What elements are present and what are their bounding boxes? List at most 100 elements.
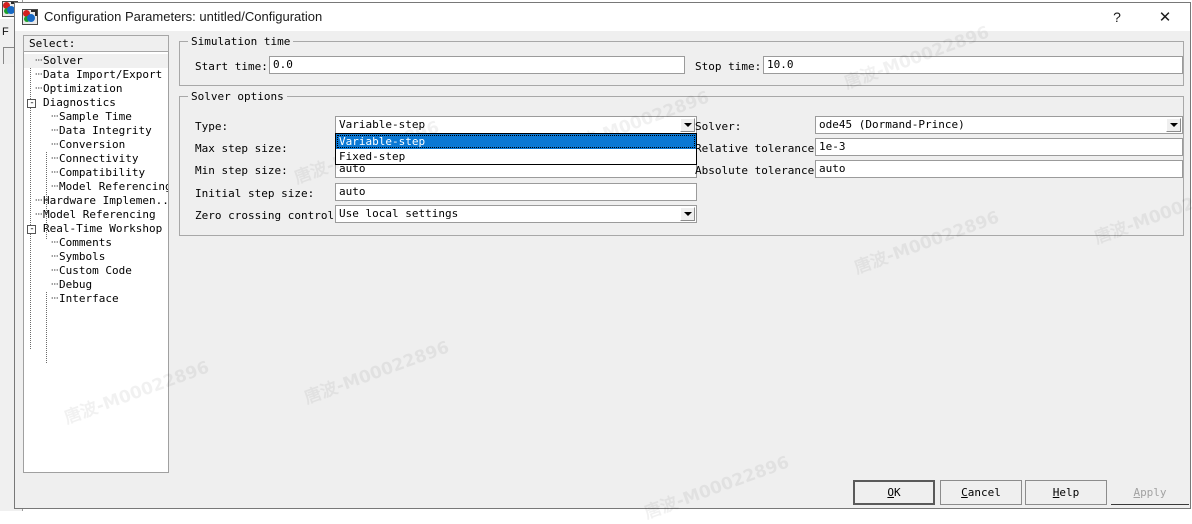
sidebar-item-label: Real-Time Workshop xyxy=(43,222,163,235)
tree-branch-icon: ‧‧‧ xyxy=(34,54,43,67)
sidebar-item-sample-time[interactable]: ‧‧‧Sample Time xyxy=(24,110,168,124)
sidebar-item-label: Optimization xyxy=(43,82,123,95)
sidebar-item-comments[interactable]: ‧‧‧Comments xyxy=(24,236,168,250)
background-file-menu[interactable]: F xyxy=(2,26,9,38)
sidebar-item-diagnostics[interactable]: - Diagnostics xyxy=(24,96,168,110)
sidebar-item-label: Model Referencing xyxy=(43,208,156,221)
sidebar-item-connectivity[interactable]: ‧‧‧Connectivity xyxy=(24,152,168,166)
sidebar-item-label: Model Referencing xyxy=(59,180,169,193)
tree-branch-icon: ‧‧‧ xyxy=(50,278,59,291)
tree-branch-icon: ‧‧‧ xyxy=(34,68,43,81)
type-combobox[interactable]: Variable-step xyxy=(335,116,697,134)
ok-button-label: OK xyxy=(887,486,901,499)
stop-time-label: Stop time: xyxy=(695,60,762,73)
solver-options-group-title: Solver options xyxy=(188,90,287,103)
cancel-button[interactable]: Cancel xyxy=(940,480,1022,505)
sidebar-item-label: Debug xyxy=(59,278,93,291)
max-step-size-label: Max step size: xyxy=(195,142,288,155)
sidebar-item-optimization[interactable]: ‧‧‧Optimization xyxy=(24,82,168,96)
tree-branch-icon: ‧‧‧ xyxy=(34,208,43,221)
tree-branch-icon: ‧‧‧ xyxy=(50,138,59,151)
sidebar-item-model-referencing[interactable]: ‧‧‧Model Referencing xyxy=(24,180,169,194)
tree-branch-icon: ‧‧‧ xyxy=(50,292,59,305)
tree-branch-icon: ‧‧‧ xyxy=(34,194,43,207)
sidebar-item-data-import-export[interactable]: ‧‧‧Data Import/Export xyxy=(24,68,168,82)
zero-crossing-control-value: Use local settings xyxy=(339,207,459,220)
sidebar-item-custom-code[interactable]: ‧‧‧Custom Code xyxy=(24,264,168,278)
min-step-size-label: Min step size: xyxy=(195,164,288,177)
tree-header-label: Select: xyxy=(23,35,169,52)
sidebar-item-label: Data Integrity xyxy=(59,124,152,137)
sidebar-item-label: Interface xyxy=(59,292,119,305)
help-button-label: Help xyxy=(1052,486,1080,499)
type-label: Type: xyxy=(195,120,229,133)
tree-branch-icon: ‧‧‧ xyxy=(50,236,59,249)
apply-button: Apply xyxy=(1111,480,1189,505)
sidebar-item-label: Compatibility xyxy=(59,166,146,179)
dialog-titlebar: Configuration Parameters: untitled/Confi… xyxy=(15,3,1190,31)
sidebar-item-symbols[interactable]: ‧‧‧Symbols xyxy=(24,250,168,264)
sidebar-item-model-referencing[interactable]: ‧‧‧Model Referencing xyxy=(24,208,168,222)
tree-branch-icon: ‧‧‧ xyxy=(50,180,59,193)
tree-branch-icon: ‧‧‧ xyxy=(50,264,59,277)
sidebar-item-interface[interactable]: ‧‧‧Interface xyxy=(24,292,168,306)
absolute-tolerance-label: Absolute tolerance: xyxy=(695,164,821,177)
apply-button-label: Apply xyxy=(1133,485,1167,499)
configuration-parameters-dialog: Configuration Parameters: untitled/Confi… xyxy=(14,2,1191,509)
solver-combobox[interactable]: ode45 (Dormand-Prince) xyxy=(815,116,1183,134)
zero-crossing-control-label: Zero crossing control: xyxy=(195,209,341,222)
sidebar-item-label: Custom Code xyxy=(59,264,132,277)
sidebar-item-label: Conversion xyxy=(59,138,126,151)
sidebar-item-label: Symbols xyxy=(59,250,106,263)
help-icon[interactable]: ? xyxy=(1094,3,1140,31)
sidebar-item-label: Data Import/Export xyxy=(43,68,163,81)
chevron-down-icon[interactable] xyxy=(680,207,695,221)
tree-branch-icon: ‧‧‧ xyxy=(50,110,59,123)
sidebar-item-debug[interactable]: ‧‧‧Debug xyxy=(24,278,168,292)
chevron-down-icon[interactable] xyxy=(1166,118,1181,132)
sidebar-item-conversion[interactable]: ‧‧‧Conversion xyxy=(24,138,168,152)
configuration-tree[interactable]: ‧‧‧Solver ‧‧‧Data Import/Export ‧‧‧Optimiz… xyxy=(23,52,169,473)
start-time-input[interactable]: 0.0 xyxy=(269,56,685,74)
tree-branch-icon: ‧‧‧ xyxy=(50,152,59,165)
tree-branch-icon: ‧‧‧ xyxy=(50,250,59,263)
dropdown-option[interactable]: Variable-step xyxy=(336,134,696,149)
dropdown-option[interactable]: Fixed-step xyxy=(336,149,696,164)
tree-branch-icon: ‧‧‧ xyxy=(34,82,43,95)
tree-expander[interactable]: - xyxy=(26,96,43,110)
simulink-icon xyxy=(22,9,38,25)
cancel-button-label: Cancel xyxy=(961,486,1001,499)
stop-time-input[interactable]: 10.0 xyxy=(763,56,1183,74)
sidebar-item-label: Comments xyxy=(59,236,112,249)
sidebar-item-hardware-implemen[interactable]: ‧‧‧Hardware Implemen... xyxy=(24,194,169,208)
tree-branch-icon: ‧‧‧ xyxy=(50,124,59,137)
start-time-label: Start time: xyxy=(195,60,268,73)
sidebar-item-label: Diagnostics xyxy=(43,96,116,109)
dialog-title: Configuration Parameters: untitled/Confi… xyxy=(44,9,323,24)
simulation-time-group-title: Simulation time xyxy=(188,35,294,48)
sidebar-item-label: Solver xyxy=(43,54,83,67)
zero-crossing-control-combobox[interactable]: Use local settings xyxy=(335,205,697,223)
type-combobox-value: Variable-step xyxy=(339,118,426,131)
sidebar-item-compatibility[interactable]: ‧‧‧Compatibility xyxy=(24,166,168,180)
tree-branch-icon: ‧‧‧ xyxy=(50,166,59,179)
sidebar-item-label: Connectivity xyxy=(59,152,139,165)
relative-tolerance-input[interactable]: 1e-3 xyxy=(815,138,1183,156)
tree-expander[interactable]: - xyxy=(26,222,43,236)
sidebar-item-real-time-workshop[interactable]: - Real-Time Workshop xyxy=(24,222,168,236)
solver-label: Solver: xyxy=(695,120,742,133)
sidebar-item-solver[interactable]: ‧‧‧Solver xyxy=(24,54,168,68)
sidebar-item-data-integrity[interactable]: ‧‧‧Data Integrity xyxy=(24,124,168,138)
type-dropdown-list[interactable]: Variable-step Fixed-step xyxy=(335,133,697,165)
sidebar-item-label: Sample Time xyxy=(59,110,132,123)
chevron-down-icon[interactable] xyxy=(680,118,695,132)
initial-step-size-label: Initial step size: xyxy=(195,187,315,200)
solver-combobox-value: ode45 (Dormand-Prince) xyxy=(819,118,965,131)
relative-tolerance-label: Relative tolerance: xyxy=(695,142,821,155)
help-button[interactable]: Help xyxy=(1025,480,1107,505)
sidebar-item-label: Hardware Implemen... xyxy=(43,194,169,207)
ok-button[interactable]: OK xyxy=(853,480,935,505)
absolute-tolerance-input[interactable]: auto xyxy=(815,160,1183,178)
close-icon[interactable]: ✕ xyxy=(1142,3,1188,31)
initial-step-size-input[interactable]: auto xyxy=(335,183,697,201)
